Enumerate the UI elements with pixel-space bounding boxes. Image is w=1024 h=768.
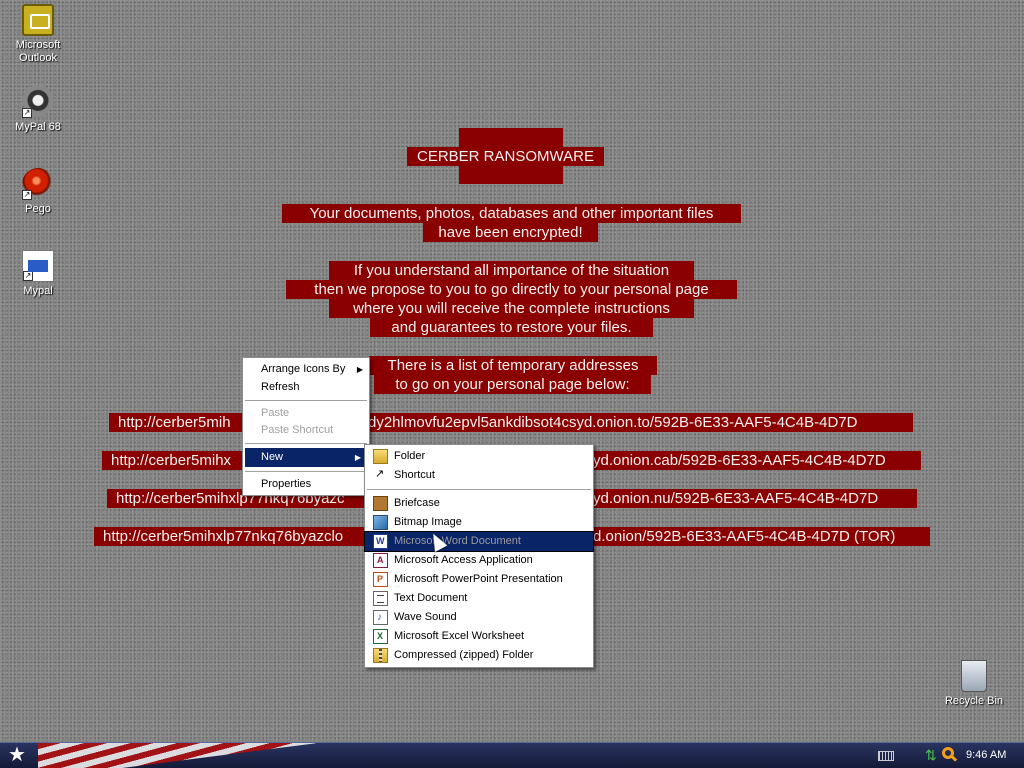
menu-item-label: Microsoft Word Document [394, 535, 521, 547]
ransom-url-4-start: http://cerber5mihxlp77nkq76byazclo [94, 527, 364, 546]
wave-sound-icon [373, 610, 388, 625]
menu-item-label: Briefcase [394, 497, 440, 509]
menu-item-paste[interactable]: Paste [243, 405, 369, 422]
menu-item-label: Wave Sound [394, 611, 457, 623]
shortcut-arrow-icon: ↗ [22, 190, 32, 200]
powerpoint-icon [373, 572, 388, 587]
bitmap-image-icon [373, 515, 388, 530]
outlook-icon [22, 4, 54, 36]
menu-item-label: Bitmap Image [394, 516, 462, 528]
new-wave-sound-item[interactable]: Wave Sound [365, 608, 593, 627]
mypal68-icon: ↗ [22, 86, 54, 118]
ransom-title: CERBER RANSOMWARE [407, 147, 604, 166]
shortcut-icon [373, 468, 388, 483]
new-word-document-item[interactable]: Microsoft Word Document [364, 531, 594, 552]
desktop-icon-mypal68[interactable]: ↗ MyPal 68 [0, 86, 76, 134]
ransom-text-line: There is a list of temporary addresses [369, 356, 657, 375]
desktop-icon-label: MyPal 68 [15, 121, 61, 133]
desktop-icon-label: Pego [25, 203, 51, 215]
menu-item-label: Microsoft Excel Worksheet [394, 630, 525, 642]
desktop-icon-recycle-bin[interactable]: Recycle Bin [936, 660, 1012, 708]
search-icon[interactable] [942, 747, 954, 759]
desktop-icon-label: Recycle Bin [944, 695, 1004, 707]
ransom-url-3-end: yd.onion.nu/592B-6E33-AAF5-4C4B-4D7D [593, 489, 917, 508]
ransom-text-line: have been encrypted! [423, 223, 598, 242]
star-icon: ★ [8, 744, 26, 766]
menu-separator [245, 443, 367, 444]
desktop-icon-pego[interactable]: ↗ Pego [0, 168, 76, 216]
menu-item-label: Arrange Icons By [261, 363, 346, 375]
new-excel-item[interactable]: Microsoft Excel Worksheet [365, 627, 593, 646]
start-button[interactable]: ★ [0, 743, 38, 768]
ransom-text-line: and guarantees to restore your files. [370, 318, 653, 337]
new-bitmap-item[interactable]: Bitmap Image [365, 513, 593, 532]
access-icon [373, 553, 388, 568]
ransom-url-2-end: yd.onion.cab/592B-6E33-AAF5-4C4B-4D7D [593, 451, 921, 470]
desktop-icon-outlook[interactable]: Microsoft Outlook [0, 4, 76, 65]
zip-folder-icon [373, 648, 388, 663]
taskbar-clock[interactable]: 9:46 AM [966, 743, 1006, 768]
ransom-url-1-end: dy2hlmovfu2epvl5ankdibsot4csyd.onion.to/… [368, 413, 913, 432]
menu-item-label: Microsoft Access Application [394, 554, 533, 566]
new-text-document-item[interactable]: Text Document [365, 589, 593, 608]
menu-item-label: Refresh [261, 381, 300, 393]
menu-item-arrange-icons[interactable]: Arrange Icons By ▶ [243, 360, 369, 379]
menu-item-new[interactable]: New ▶ [245, 448, 367, 467]
new-powerpoint-item[interactable]: Microsoft PowerPoint Presentation [365, 570, 593, 589]
recycle-bin-icon [961, 660, 987, 692]
new-submenu: Folder Shortcut Briefcase Bitmap Image M… [364, 444, 594, 668]
taskbar: ★ ⇅ 9:46 AM [0, 742, 1024, 768]
desktop-icon-label: Microsoft Outlook [15, 39, 61, 64]
submenu-arrow-icon: ▶ [356, 365, 363, 374]
menu-item-label: Microsoft PowerPoint Presentation [394, 573, 563, 585]
ransom-text-line: then we propose to you to go directly to… [286, 280, 737, 299]
menu-item-label: Folder [394, 450, 426, 462]
submenu-arrow-icon: ▶ [354, 453, 361, 462]
ransom-text-line: where you will receive the complete inst… [329, 299, 694, 318]
excel-icon [373, 629, 388, 644]
pego-icon: ↗ [22, 168, 54, 200]
menu-item-label: New [261, 451, 284, 463]
new-briefcase-item[interactable]: Briefcase [365, 494, 593, 513]
ransom-url-1-start: http://cerber5mih [109, 413, 243, 432]
menu-item-properties[interactable]: Properties [243, 476, 369, 493]
menu-item-paste-shortcut[interactable]: Paste Shortcut [243, 422, 369, 439]
flag-decoration [38, 743, 318, 768]
menu-item-refresh[interactable]: Refresh [243, 379, 369, 396]
menu-separator [367, 489, 591, 490]
menu-separator [245, 400, 367, 401]
mypal-icon: ↗ [22, 250, 54, 282]
new-access-item[interactable]: Microsoft Access Application [365, 551, 593, 570]
ransom-text-line: to go on your personal page below: [374, 375, 651, 394]
folder-icon [373, 449, 388, 464]
network-icon[interactable]: ⇅ [925, 748, 937, 762]
desktop-icon-mypal[interactable]: ↗ Mypal [0, 250, 76, 298]
shortcut-arrow-icon: ↗ [23, 271, 33, 281]
ransom-url-4-end: d.onion/592B-6E33-AAF5-4C4B-4D7D (TOR) [593, 527, 930, 546]
menu-item-label: Paste [261, 407, 290, 419]
desktop-context-menu: Arrange Icons By ▶ Refresh Paste Paste S… [242, 357, 370, 496]
menu-item-label: Compressed (zipped) Folder [394, 649, 534, 661]
new-folder-item[interactable]: Folder [365, 447, 593, 466]
word-document-icon [373, 534, 388, 549]
ransom-url-2-start: http://cerber5mihx [102, 451, 243, 470]
desktop-icon-label: Mypal [23, 285, 53, 297]
menu-separator [245, 471, 367, 472]
menu-item-label: Paste Shortcut [261, 424, 334, 436]
keyboard-icon[interactable] [878, 751, 894, 761]
new-shortcut-item[interactable]: Shortcut [365, 466, 593, 485]
new-zip-folder-item[interactable]: Compressed (zipped) Folder [365, 646, 593, 665]
text-document-icon [373, 591, 388, 606]
menu-item-label: Shortcut [394, 469, 435, 481]
shortcut-arrow-icon: ↗ [22, 108, 32, 118]
ransom-text-line: If you understand all importance of the … [329, 261, 694, 280]
menu-item-label: Text Document [394, 592, 468, 604]
ransom-text-line: Your documents, photos, databases and ot… [282, 204, 741, 223]
menu-item-label: Properties [261, 478, 312, 490]
briefcase-icon [373, 496, 388, 511]
